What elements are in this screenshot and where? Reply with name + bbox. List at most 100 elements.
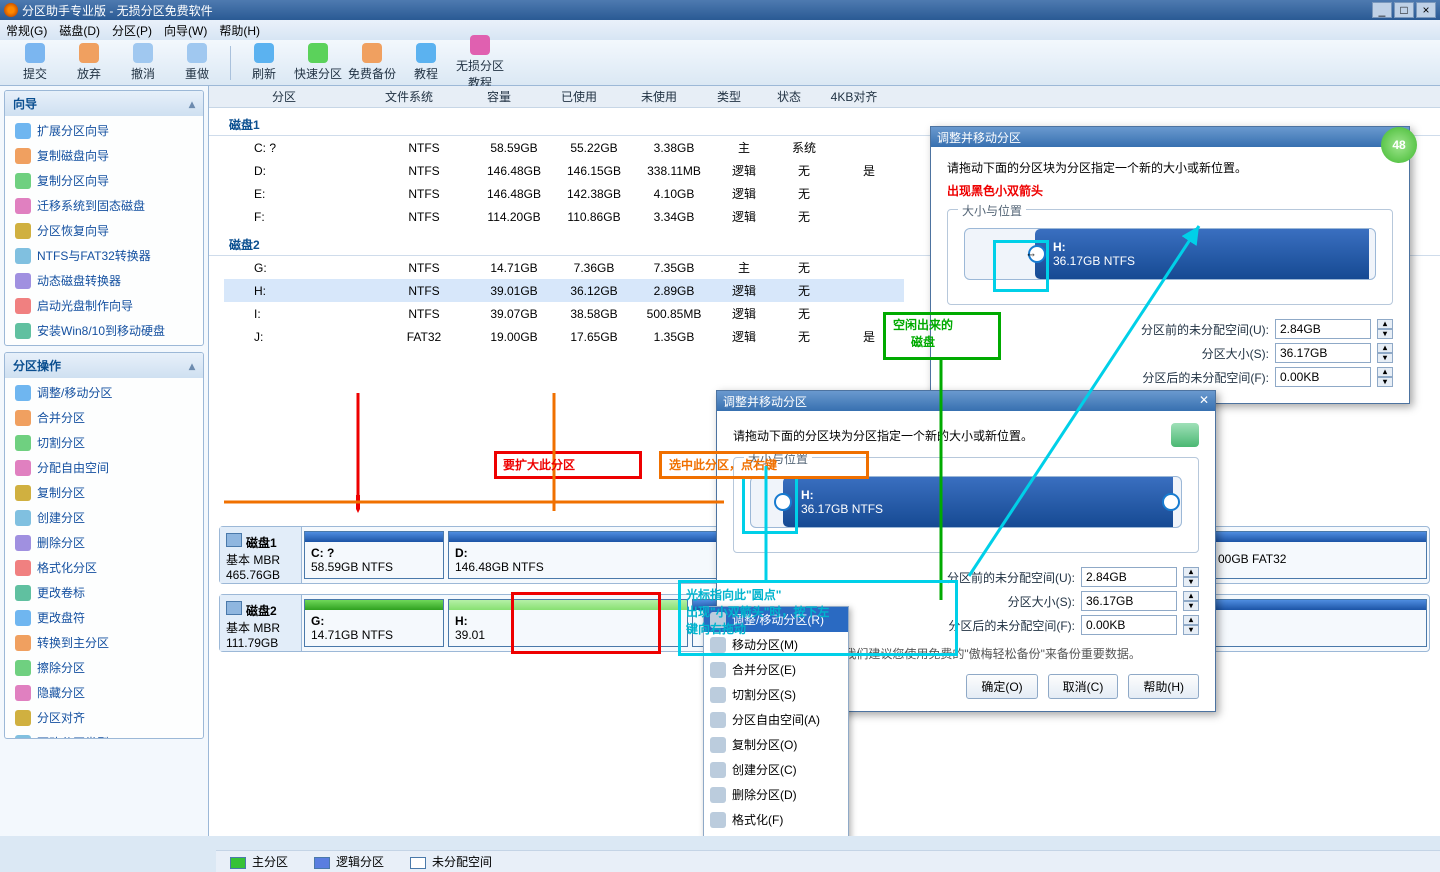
ctx-label: 调整/移动分区(R) [732,611,824,628]
sidebar-item-icon [15,173,31,189]
input-size[interactable] [1081,591,1177,611]
sidebar-item[interactable]: 启动光盘制作向导 [5,293,203,318]
col-7[interactable]: 4KB对齐 [819,88,889,105]
sidebar-item[interactable]: 扩展分区向导 [5,118,203,143]
ctx-label: 切割分区(S) [732,686,796,703]
slider-handle-right[interactable] [1162,493,1180,511]
sidebar-item[interactable]: 复制分区向导 [5,168,203,193]
sidebar-item[interactable]: 合并分区 [5,405,203,430]
resize-slider[interactable]: H: 36.17GB NTFS [750,476,1182,528]
ctx-item[interactable]: 删除分区(D) [704,782,848,807]
menu-general[interactable]: 常规(G) [6,22,47,39]
minimize-button[interactable]: _ [1372,2,1392,18]
col-4[interactable]: 未使用 [619,88,699,105]
toolbar-撤消[interactable]: 撤消 [116,43,170,82]
table-row[interactable]: E:NTFS146.48GB142.38GB4.10GB逻辑无 [224,182,904,205]
toolbar-免费备份[interactable]: 免费备份 [345,43,399,82]
collapse-icon[interactable]: ▴ [189,97,195,111]
toolbar-label: 教程 [399,65,453,82]
input-size[interactable] [1275,343,1371,363]
sidebar-item[interactable]: 更改分区类型 [5,730,203,738]
collapse-icon[interactable]: ▴ [189,359,195,373]
sidebar-item[interactable]: 复制分区 [5,480,203,505]
sidebar-item[interactable]: 复制磁盘向导 [5,143,203,168]
sidebar-item[interactable]: 转换到主分区 [5,630,203,655]
label-size: 分区大小(S): [1008,593,1075,610]
sidebar-item[interactable]: 创建分区 [5,505,203,530]
sidebar-item[interactable]: 擦除分区 [5,655,203,680]
input-before[interactable] [1275,319,1371,339]
table-row[interactable]: J:FAT3219.00GB17.65GB1.35GB逻辑无是 [224,325,904,348]
partition-segment[interactable]: D:146.48GB NTFS [448,531,748,579]
toolbar-提交[interactable]: 提交 [8,43,62,82]
col-1[interactable]: 文件系统 [359,88,459,105]
context-menu[interactable]: 调整/移动分区(R) 移动分区(M)合并分区(E) 切割分区(S) 分区自由空间(A)… [703,606,849,836]
partition-segment[interactable]: H:39.01 [448,599,688,647]
ctx-item[interactable]: 分区自由空间(A) [704,707,848,732]
close-button[interactable]: × [1416,2,1436,18]
table-row[interactable]: H:NTFS39.01GB36.12GB2.89GB逻辑无 [224,279,904,302]
menu-disk[interactable]: 磁盘(D) [59,22,100,39]
sidebar-item[interactable]: 迁移系统到固态磁盘 [5,193,203,218]
toolbar-快速分区[interactable]: 快速分区 [291,43,345,82]
sidebar-item[interactable]: 调整/移动分区 [5,380,203,405]
ctx-item[interactable]: 调整/移动分区(R) [704,607,848,632]
sidebar-item[interactable]: 分区对齐 [5,705,203,730]
cancel-button[interactable]: 取消(C) [1048,674,1119,699]
spin-down[interactable]: ▾ [1377,329,1393,339]
sidebar-item-icon [15,385,31,401]
col-3[interactable]: 已使用 [539,88,619,105]
help-button[interactable]: 帮助(H) [1128,674,1199,699]
ok-button[interactable]: 确定(O) [966,674,1037,699]
ctx-item[interactable]: 设置卷标(L) [704,832,848,836]
col-0[interactable]: 分区 [209,88,359,105]
table-row[interactable]: G:NTFS14.71GB7.36GB7.35GB主无 [224,256,904,279]
ctx-item[interactable]: 复制分区(O) [704,732,848,757]
legend-primary: 主分区 [252,855,288,869]
sidebar-item[interactable]: 更改卷标 [5,580,203,605]
ctx-item[interactable]: 合并分区(E) [704,657,848,682]
sidebar-item[interactable]: 删除分区 [5,530,203,555]
partition-segment[interactable]: C: ?58.59GB NTFS [304,531,444,579]
sidebar-item-label: NTFS与FAT32转换器 [37,247,151,264]
input-after[interactable] [1275,367,1371,387]
col-2[interactable]: 容量 [459,88,539,105]
ctx-item[interactable]: 创建分区(C) [704,757,848,782]
sidebar-item[interactable]: 切割分区 [5,430,203,455]
ctx-item[interactable]: 切割分区(S) [704,682,848,707]
dialog-close-icon[interactable]: ✕ [1199,393,1209,409]
slider-handle-left[interactable] [774,493,792,511]
table-row[interactable]: D:NTFS146.48GB146.15GB338.11MB逻辑无是 [224,159,904,182]
sidebar-item[interactable]: NTFS与FAT32转换器 [5,243,203,268]
sidebar-item[interactable]: 安装Win8/10到移动硬盘 [5,318,203,343]
input-before[interactable] [1081,567,1177,587]
sidebar-item[interactable]: 更改盘符 [5,605,203,630]
table-row[interactable]: I:NTFS39.07GB38.58GB500.85MB逻辑无 [224,302,904,325]
toolbar-icon [470,35,490,55]
resize-slider[interactable]: ⇔ H: 36.17GB NTFS [964,228,1376,280]
toolbar-刷新[interactable]: 刷新 [237,43,291,82]
toolbar-教程[interactable]: 教程 [399,43,453,82]
sidebar-item[interactable]: 动态磁盘转换器 [5,268,203,293]
sidebar-item[interactable]: 格式化分区 [5,555,203,580]
toolbar-重做[interactable]: 重做 [170,43,224,82]
sidebar-item-label: 创建分区 [37,509,85,526]
col-5[interactable]: 类型 [699,88,759,105]
ctx-item[interactable]: 移动分区(M) [704,632,848,657]
menu-help[interactable]: 帮助(H) [219,22,260,39]
menu-wizard[interactable]: 向导(W) [164,22,207,39]
menu-partition[interactable]: 分区(P) [112,22,152,39]
input-after[interactable] [1081,615,1177,635]
spin-up[interactable]: ▴ [1377,319,1393,329]
col-6[interactable]: 状态 [759,88,819,105]
sidebar-item[interactable]: 分配自由空间 [5,455,203,480]
toolbar-无损分区教程[interactable]: 无损分区教程 [453,35,507,91]
partition-segment[interactable]: G:14.71GB NTFS [304,599,444,647]
maximize-button[interactable]: □ [1394,2,1414,18]
toolbar-放弃[interactable]: 放弃 [62,43,116,82]
sidebar-item[interactable]: 隐藏分区 [5,680,203,705]
table-row[interactable]: F:NTFS114.20GB110.86GB3.34GB逻辑无 [224,205,904,228]
table-row[interactable]: C: ?NTFS58.59GB55.22GB3.38GB主系统 [224,136,904,159]
sidebar-item[interactable]: 分区恢复向导 [5,218,203,243]
ctx-item[interactable]: 格式化(F) [704,807,848,832]
